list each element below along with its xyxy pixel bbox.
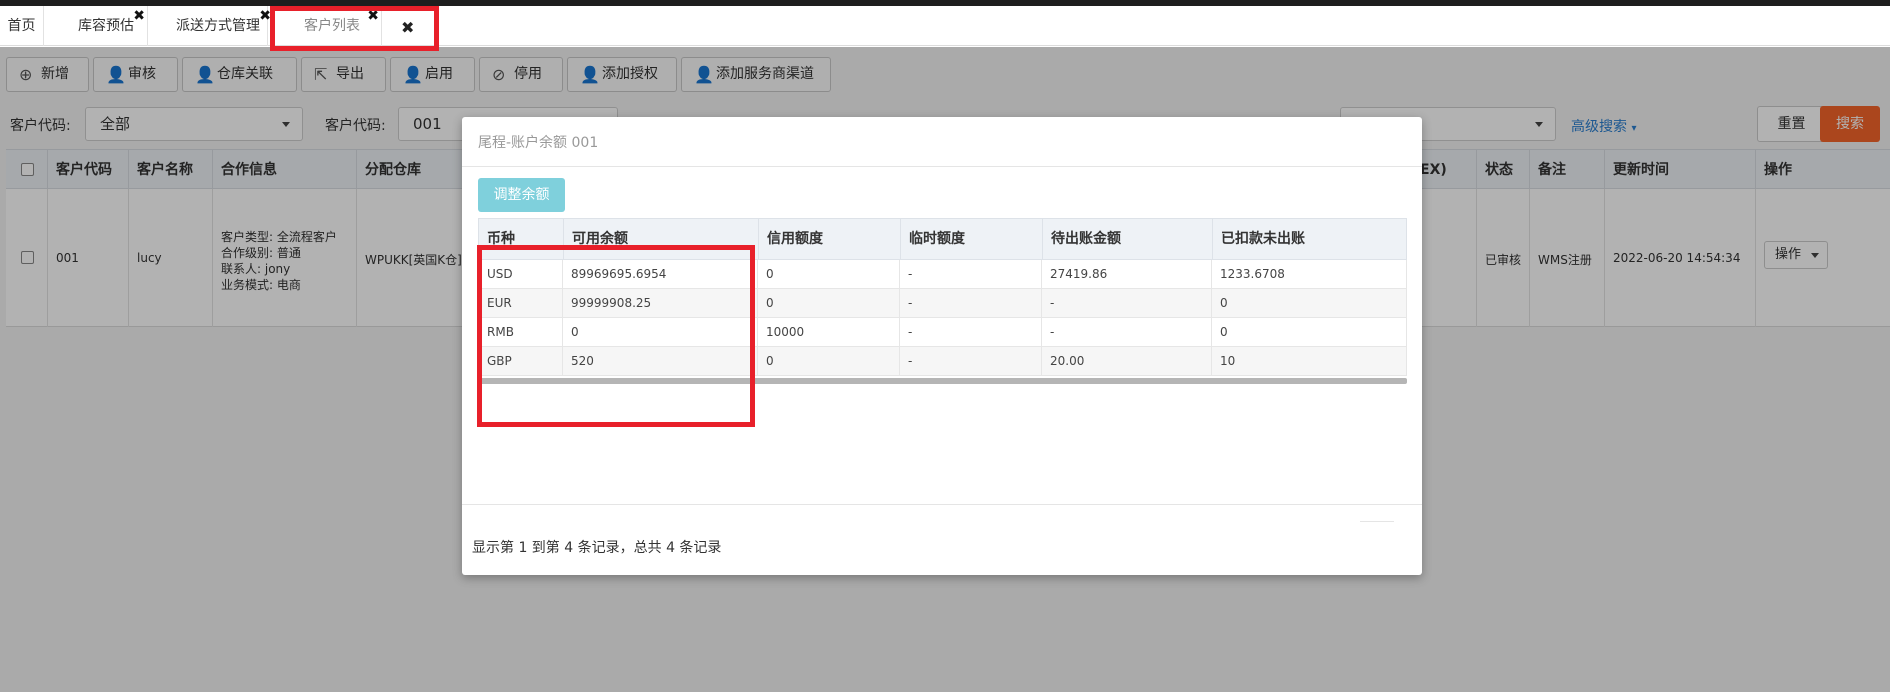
cell: 0	[1220, 325, 1228, 339]
tab-label: 派送方式管理	[176, 18, 260, 34]
divider	[462, 166, 1422, 167]
highlight-box-balance	[477, 245, 755, 427]
column-header[interactable]: 信用额度	[759, 219, 901, 259]
cell: -	[900, 347, 1042, 375]
cell: -	[900, 318, 1042, 346]
cell: 0	[758, 289, 900, 317]
cell: 1233.6708	[1220, 267, 1285, 281]
tab-home[interactable]: 首页	[0, 6, 44, 46]
pagination-summary: 显示第 1 到第 4 条记录，总共 4 条记录	[472, 540, 722, 556]
cell: 20.00	[1042, 347, 1212, 375]
tab-capacity-estimate[interactable]: 库容预估 ✖	[44, 6, 148, 46]
cell: 0	[1220, 296, 1228, 310]
cell: 0	[758, 260, 900, 288]
pagination-placeholder	[1360, 521, 1394, 522]
column-header[interactable]: 待出账金额	[1043, 219, 1213, 259]
adjust-balance-button[interactable]: 调整余额	[478, 178, 565, 212]
tab-label: 库容预估	[78, 18, 134, 34]
tab-delivery-method[interactable]: 派送方式管理 ✖	[148, 6, 271, 46]
cell: 27419.86	[1042, 260, 1212, 288]
cell: -	[1042, 289, 1212, 317]
tab-close-icon[interactable]: ✖	[133, 0, 145, 36]
cell: -	[1042, 318, 1212, 346]
cell: 10000	[758, 318, 900, 346]
modal-title: 尾程-账户余额 001	[478, 135, 599, 151]
cell: -	[900, 289, 1042, 317]
tab-label: 首页	[7, 18, 36, 34]
column-header[interactable]: 临时额度	[901, 219, 1043, 259]
highlight-box-tab	[270, 6, 439, 51]
cell: 0	[758, 347, 900, 375]
cell: 10	[1220, 354, 1236, 368]
divider	[462, 504, 1422, 505]
column-header[interactable]: 已扣款未出账	[1213, 219, 1406, 259]
cell: -	[900, 260, 1042, 288]
